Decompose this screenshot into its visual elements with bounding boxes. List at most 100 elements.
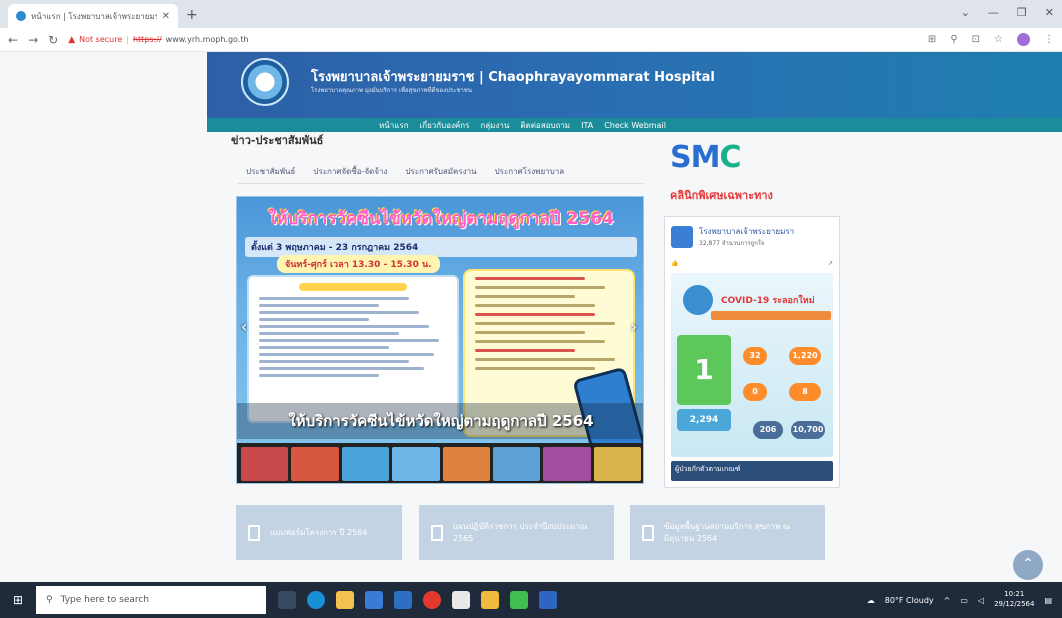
slide-thumbnail[interactable] (593, 447, 641, 481)
document-icon (431, 524, 443, 541)
weather-icon: ☁ (866, 595, 875, 605)
tab-jobs[interactable]: ประกาศรับสมัครงาน (405, 165, 476, 178)
hospital-logo-icon[interactable] (241, 58, 289, 106)
stat-badge: 1,220 (789, 347, 821, 365)
scroll-to-top-button[interactable]: ⌃ (1013, 550, 1043, 580)
slide-thumbnail[interactable] (341, 447, 390, 481)
url-field[interactable]: ▲ Not secure | https:// www.yrh.moph.go.… (68, 35, 248, 45)
banner-dates: ตั้งแต่ 3 พฤษภาคม - 23 กรกฎาคม 2564 (245, 237, 637, 257)
slider-next-icon[interactable]: › (631, 317, 637, 336)
news-slider[interactable]: ให้บริการวัคซีนไข้หวัดใหญ่ตามฤดูกาลปี 25… (236, 196, 644, 484)
link-label: ข้อมูลพื้นฐานสถานบริการ สุขภาพ ณ มิถุนาย… (664, 522, 791, 543)
reload-icon[interactable]: ↻ (48, 33, 58, 47)
translate-icon[interactable]: ⊞ (928, 34, 936, 45)
nav-home[interactable]: หน้าแรก (379, 119, 409, 132)
share-icon[interactable]: ⊡ (972, 34, 980, 45)
fb-likes: 32,877 จำนวนการถูกใจ (699, 240, 765, 247)
page-avatar[interactable] (671, 225, 693, 248)
site-favicon-icon (16, 11, 26, 21)
url-host: www.yrh.moph.go.th (165, 35, 249, 44)
slide-thumbnail[interactable] (291, 447, 339, 481)
hospital-subtitle: โรงพยาบาลคุณภาพ มุ่งมั่นบริการ เพื่อสุขภ… (311, 87, 472, 94)
site-nav: หน้าแรก เกี่ยวกับองค์กร กลุ่มงาน ติดต่อส… (207, 118, 1062, 132)
stat-badge: 32 (743, 347, 767, 365)
slide-caption[interactable]: ให้บริการวัคซีนไข้หวัดใหญ่ตามฤดูกาลปี 25… (245, 409, 637, 433)
tab-procurement[interactable]: ประกาศจัดซื้อ-จัดจ้าง (313, 165, 387, 178)
smc-caption: คลินิกพิเศษเฉพาะทาง (670, 189, 773, 202)
bookmark-star-icon[interactable]: ☆ (994, 34, 1003, 45)
fb-page-name[interactable]: โรงพยาบาลเจ้าพระยายมรา (699, 225, 794, 238)
taskbar-search[interactable]: ⚲ Type here to search (36, 586, 266, 614)
facebook-widget[interactable]: โรงพยาบาลเจ้าพระยายมรา 32,877 จำนวนการถู… (664, 216, 840, 488)
tab-pr[interactable]: ประชาสัมพันธ์ (246, 165, 295, 178)
tabs-divider (238, 183, 643, 184)
fb-share-icon[interactable]: ↗ (828, 260, 833, 267)
close-tab-icon[interactable]: ✕ (162, 11, 170, 22)
covid-logo-icon (683, 285, 713, 315)
mail-icon[interactable] (394, 591, 412, 609)
tab-search-icon[interactable]: ⌄ (961, 6, 970, 19)
notifications-icon[interactable]: ▤ (1044, 596, 1052, 605)
task-view-icon[interactable] (278, 591, 296, 609)
maximize-icon[interactable]: ❐ (1017, 6, 1027, 19)
banner-time: จันทร์-ศุกร์ เวลา 13.30 - 15.30 น. (277, 255, 440, 273)
slider-prev-icon[interactable]: ‹ (241, 317, 247, 336)
not-secure-label: Not secure (79, 35, 123, 44)
network-icon[interactable]: ▭ (960, 596, 968, 605)
file-explorer-icon[interactable] (336, 591, 354, 609)
link-label: แบบฟอร์มโครงการ ปี 2564 (270, 527, 368, 537)
fb-like-icon[interactable]: 👍 (671, 260, 678, 267)
covid-footer: ผู้ป่วยกักตัวตามเกณฑ์ (671, 461, 833, 481)
weather-text[interactable]: 80°F Cloudy (885, 596, 934, 605)
covid-date-bar (711, 311, 831, 320)
quick-link-basic-data[interactable]: ข้อมูลพื้นฐานสถานบริการ สุขภาพ ณ มิถุนาย… (630, 505, 825, 560)
opera-icon[interactable] (423, 591, 441, 609)
nav-webmail[interactable]: Check Webmail (604, 121, 666, 130)
tab-hospital-announcements[interactable]: ประกาศโรงพยาบาล (495, 165, 565, 178)
close-window-icon[interactable]: ✕ (1045, 6, 1054, 19)
stat-badge: 206 (753, 421, 783, 439)
nav-about[interactable]: เกี่ยวกับองค์กร (420, 119, 470, 132)
nav-contact[interactable]: ติดต่อสอบถาม (520, 119, 570, 132)
windows-start-icon[interactable]: ⊞ (0, 582, 36, 618)
minimize-icon[interactable]: — (988, 6, 999, 19)
link-label: แผนปฏิบัติราชการ ประจำปีงบประมาณ 2565 (453, 522, 588, 543)
news-tabs: ประชาสัมพันธ์ ประกาศจัดซื้อ-จัดจ้าง ประก… (246, 165, 564, 178)
volume-icon[interactable]: ◁ (978, 596, 984, 605)
covid-new-cases: 1 (677, 335, 731, 405)
forward-icon[interactable]: → (28, 33, 38, 47)
smc-logo-icon: SMC (670, 140, 742, 175)
profile-avatar-icon[interactable] (1017, 33, 1030, 46)
browser-tab[interactable]: หน้าแรก | โรงพยาบาลเจ้าพระยายมราช ✕ (8, 4, 178, 28)
covid-cumulative: 2,294 (677, 409, 731, 431)
document-app-icon[interactable] (452, 591, 470, 609)
slide-thumbnail[interactable] (442, 447, 490, 481)
clock-date: 29/12/2564 (994, 600, 1035, 608)
banner-target-panel (247, 275, 459, 423)
smc-clinic-banner[interactable]: SMC คลินิกพิเศษเฉพาะทาง (670, 140, 840, 202)
quick-link-project-form[interactable]: แบบฟอร์มโครงการ ปี 2564 (236, 505, 402, 560)
stat-badge: 10,700 (791, 421, 825, 439)
zoom-icon[interactable]: ⚲ (950, 34, 957, 45)
slide-thumbnail[interactable] (492, 447, 541, 481)
hospital-title[interactable]: โรงพยาบาลเจ้าพระยายมราช | Chaophrayayomm… (311, 66, 715, 87)
chrome-icon[interactable] (481, 591, 499, 609)
taskbar-clock[interactable]: 10:21 29/12/2564 (994, 590, 1034, 610)
nav-ita[interactable]: ITA (581, 121, 593, 130)
new-tab-button[interactable]: + (186, 7, 198, 23)
quick-link-action-plan[interactable]: แผนปฏิบัติราชการ ประจำปีงบประมาณ 2565 (419, 505, 614, 560)
slide-thumbnail[interactable] (241, 447, 289, 481)
tab-title: หน้าแรก | โรงพยาบาลเจ้าพระยายมราช (31, 11, 157, 21)
tray-chevron-icon[interactable]: ^ (944, 596, 951, 605)
edge-icon[interactable] (307, 591, 325, 609)
store-icon[interactable] (365, 591, 383, 609)
warning-icon: ▲ (68, 34, 76, 45)
slide-thumbnail[interactable] (392, 447, 440, 481)
line-icon[interactable] (510, 591, 528, 609)
menu-icon[interactable]: ⋮ (1044, 34, 1054, 45)
slide-thumbnail[interactable] (543, 447, 591, 481)
covid-stats-card: COVID-19 ระลอกใหม่ 1 2,294 32 1,220 0 8 … (671, 273, 833, 457)
nav-departments[interactable]: กลุ่มงาน (480, 119, 509, 132)
back-icon[interactable]: ← (8, 33, 18, 47)
word-icon[interactable] (539, 591, 557, 609)
